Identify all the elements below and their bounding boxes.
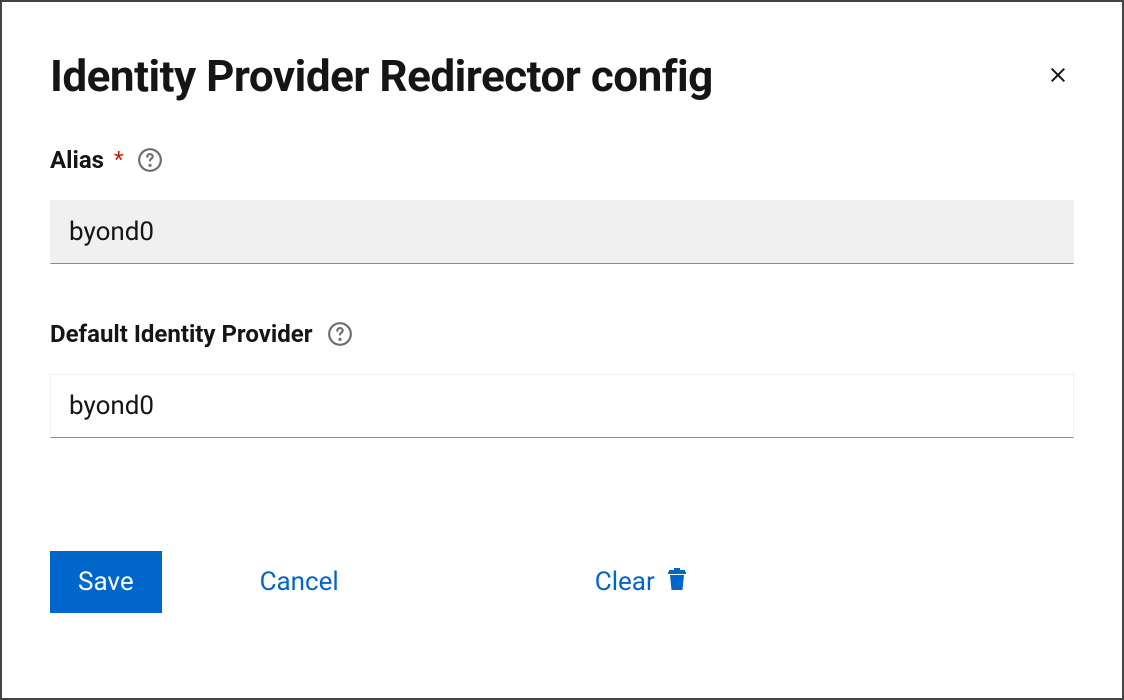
- required-indicator: *: [114, 148, 123, 173]
- default-idp-label: Default Identity Provider: [50, 320, 1074, 348]
- help-icon[interactable]: [137, 147, 163, 173]
- clear-button[interactable]: Clear: [587, 548, 697, 615]
- default-idp-label-text: Default Identity Provider: [50, 320, 313, 348]
- help-icon[interactable]: [327, 321, 353, 347]
- config-modal: Identity Provider Redirector config Alia…: [2, 2, 1122, 698]
- save-button[interactable]: Save: [50, 551, 162, 613]
- modal-footer: Save Cancel Clear: [50, 548, 1074, 615]
- cancel-button[interactable]: Cancel: [252, 551, 347, 613]
- close-button[interactable]: [1042, 59, 1074, 94]
- alias-input: [50, 200, 1074, 264]
- modal-header: Identity Provider Redirector config: [50, 50, 1074, 102]
- default-idp-input[interactable]: [50, 374, 1074, 438]
- clear-button-label: Clear: [595, 567, 655, 597]
- close-icon: [1046, 63, 1070, 90]
- alias-label: Alias *: [50, 146, 1074, 174]
- trash-icon: [665, 564, 689, 599]
- alias-field-group: Alias *: [50, 146, 1074, 264]
- default-idp-field-group: Default Identity Provider: [50, 320, 1074, 438]
- alias-label-text: Alias: [50, 146, 104, 174]
- modal-title: Identity Provider Redirector config: [50, 50, 713, 102]
